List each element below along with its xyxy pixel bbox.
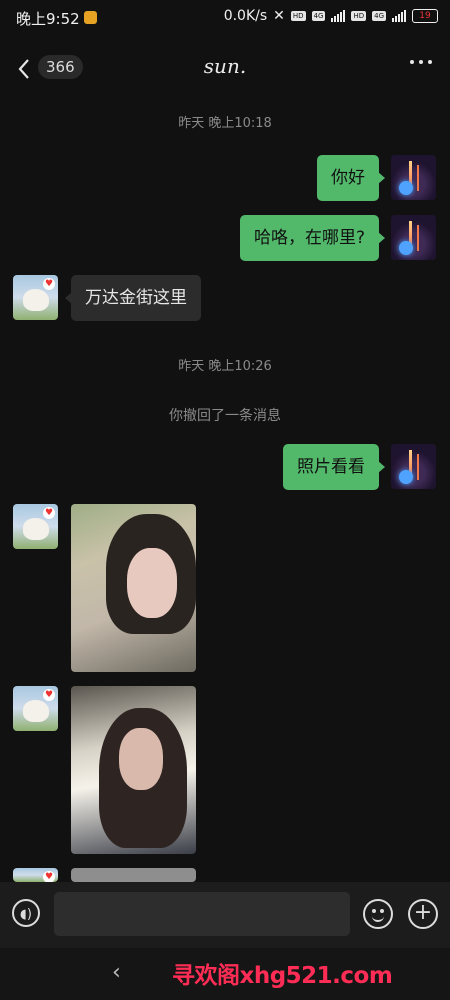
net-speed: 0.0K/s xyxy=(223,8,268,24)
photo-message-1[interactable] xyxy=(71,504,196,672)
battery-icon: 19 xyxy=(412,9,438,23)
my-avatar[interactable] xyxy=(391,155,436,200)
hd-badge-2: HD xyxy=(351,11,367,21)
photo-message-3[interactable] xyxy=(71,868,196,882)
contact-name: sun. xyxy=(203,54,247,78)
network-type-2: 4G xyxy=(372,11,386,21)
add-more-icon[interactable]: + xyxy=(408,899,438,929)
system-nav-bar: ‹ 寻欢阁xhg521.com xyxy=(0,948,450,1000)
photo-message-2[interactable] xyxy=(71,686,196,854)
contact-avatar[interactable]: ♥ xyxy=(13,275,58,320)
timestamp-2: 昨天 晚上10:26 xyxy=(178,359,272,374)
hd-badge-1: HD xyxy=(290,11,306,21)
status-bar: 晚上9:52 0.0K/s ✕ HD 4G HD 4G 19 xyxy=(0,0,450,36)
message-bubble-sent-2[interactable]: 哈咯，在哪里? xyxy=(239,215,386,261)
emoji-icon[interactable] xyxy=(363,899,393,929)
signal-icon-2 xyxy=(392,10,406,22)
contact-avatar[interactable]: ♥ xyxy=(13,504,58,549)
chat-header: 366 sun. xyxy=(0,40,450,96)
input-bar: ◖) + xyxy=(0,882,450,948)
contact-avatar[interactable]: ♥ xyxy=(13,868,58,882)
notification-icon xyxy=(84,11,97,24)
my-avatar[interactable] xyxy=(391,215,436,260)
watermark: 寻欢阁xhg521.com xyxy=(172,963,393,989)
timestamp-1: 昨天 晚上10:18 xyxy=(178,116,272,131)
nav-back-icon[interactable]: ‹ xyxy=(112,960,121,985)
status-time: 晚上9:52 xyxy=(16,10,80,28)
my-avatar[interactable] xyxy=(391,444,436,489)
more-options-icon[interactable] xyxy=(410,60,432,64)
signal-icon-1 xyxy=(331,10,346,22)
mute-icon: ✕ xyxy=(273,8,285,24)
recall-notice: 你撤回了一条消息 xyxy=(169,408,281,424)
contact-avatar[interactable]: ♥ xyxy=(13,686,58,731)
message-bubble-received-1[interactable]: 万达金街这里 xyxy=(65,275,201,321)
status-indicators: 0.0K/s ✕ HD 4G HD 4G 19 xyxy=(224,8,438,24)
message-bubble-sent-3[interactable]: 照片看看 xyxy=(283,444,385,490)
message-bubble-sent-1[interactable]: 你好 xyxy=(317,155,385,201)
message-input[interactable] xyxy=(54,892,350,936)
network-type-1: 4G xyxy=(311,11,326,21)
voice-input-icon[interactable]: ◖) xyxy=(12,899,40,927)
